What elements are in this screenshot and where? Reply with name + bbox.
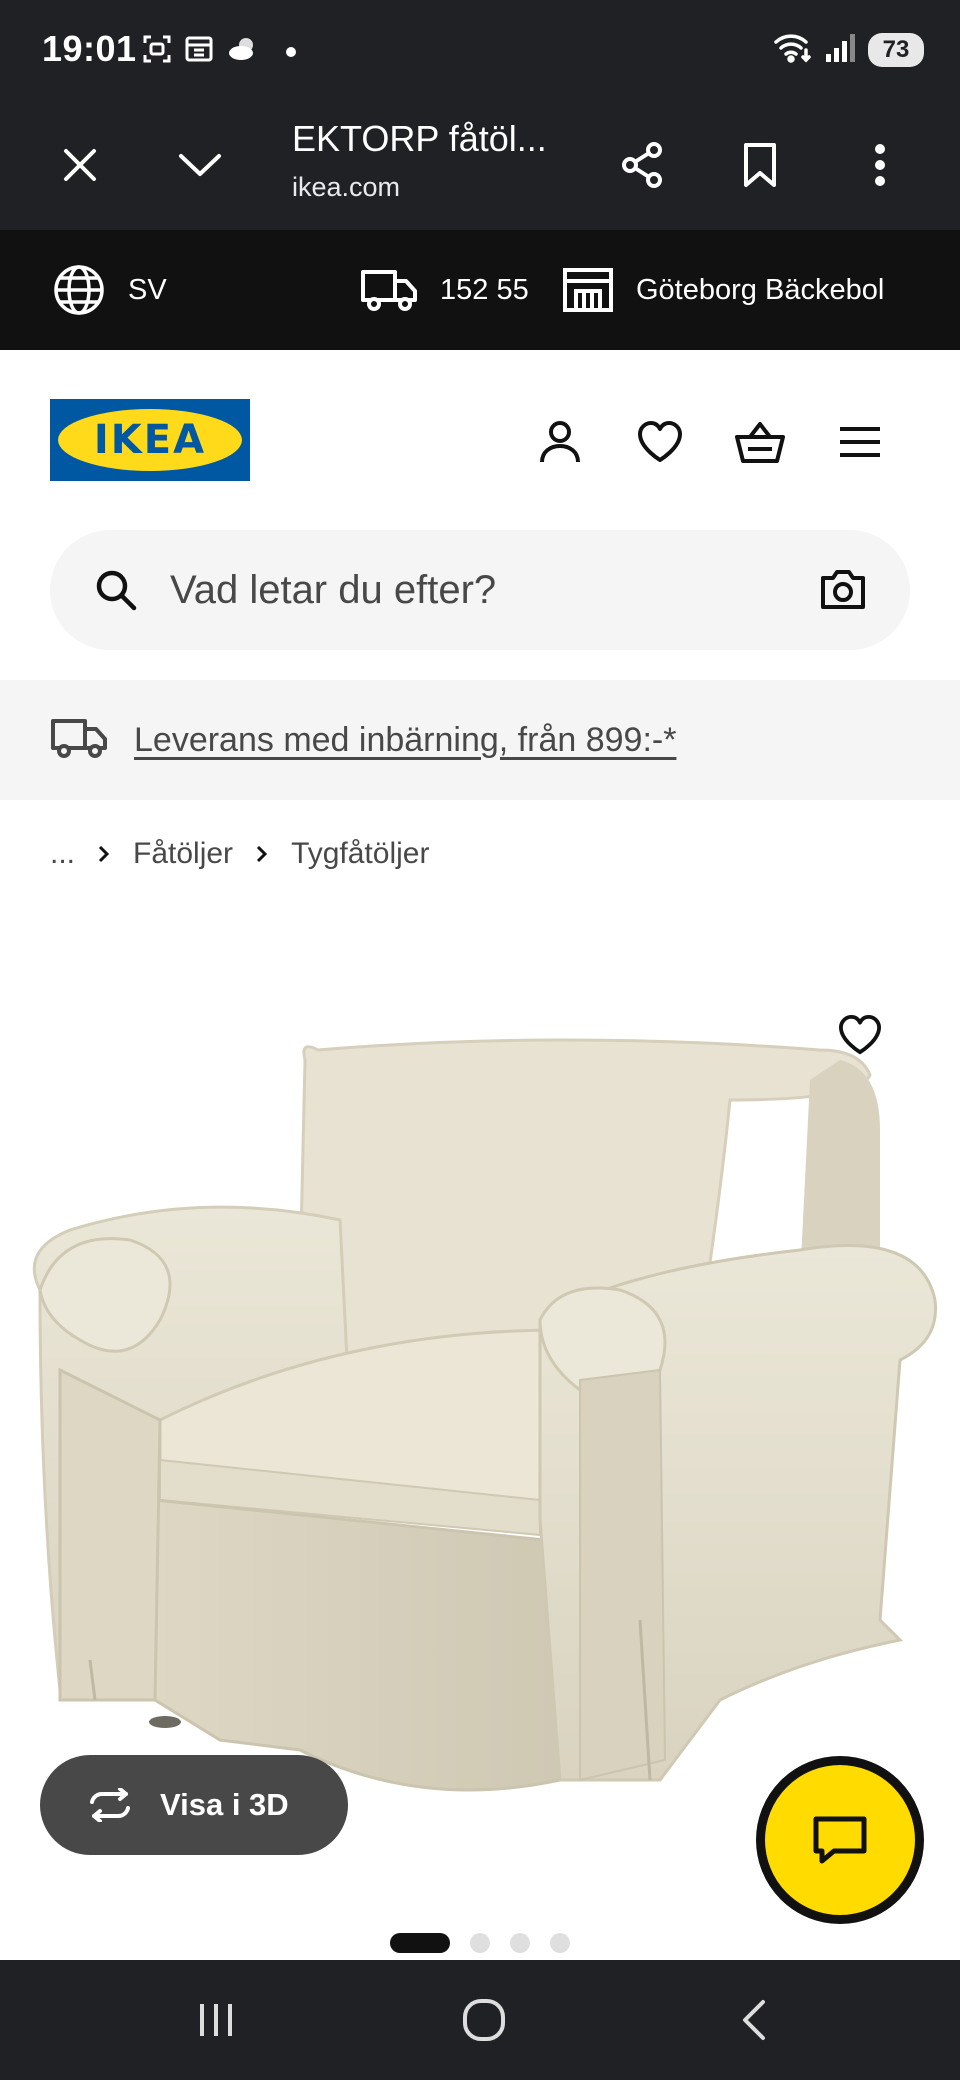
home-icon [463, 1999, 505, 2041]
store-label: Göteborg Bäckebol [636, 273, 885, 306]
basket-icon [735, 422, 785, 463]
system-navigation-bar [0, 1960, 960, 2080]
site-header: IKEA [0, 350, 960, 510]
share-icon [622, 142, 662, 188]
weather-icon [226, 34, 260, 69]
postal-code-label: 152 55 [440, 273, 529, 306]
status-left-icons [142, 34, 296, 69]
delivery-truck-icon [50, 716, 108, 765]
favorites-button[interactable] [632, 414, 688, 470]
page-title: EKTORP fåtöl... [292, 118, 547, 159]
add-to-favorites-button[interactable] [830, 1005, 890, 1065]
ikea-logo[interactable]: IKEA [50, 399, 250, 481]
screenshot-icon [142, 34, 172, 69]
search-bar [50, 530, 910, 650]
pagination-dot[interactable] [510, 1933, 530, 1953]
more-vert-icon [875, 144, 885, 186]
breadcrumb-ellipsis[interactable]: ... [50, 837, 75, 871]
status-time: 19:01 [42, 28, 137, 69]
globe-icon [54, 265, 104, 315]
breadcrumb: ... Fåtöljer Tygfåtöljer [50, 832, 429, 876]
delivery-promo-link[interactable]: Leverans med inbärning, från 899:-* [134, 721, 676, 760]
cart-button[interactable] [732, 414, 788, 470]
breadcrumb-item-tygfatoljer[interactable]: Tygfåtöljer [291, 837, 429, 871]
chat-icon [813, 1816, 867, 1864]
home-button[interactable] [454, 1990, 514, 2050]
store-bar: SV 152 55 Göteborg Bäckebol [0, 230, 960, 350]
account-icon [540, 421, 580, 463]
camera-search-button[interactable] [820, 568, 866, 615]
camera-icon [821, 570, 865, 609]
rotate-3d-icon [90, 1788, 130, 1822]
wifi-icon [772, 30, 812, 69]
recent-apps-icon [200, 2004, 232, 2036]
chevron-right-icon [255, 844, 269, 864]
view-in-3d-button[interactable]: Visa i 3D [40, 1755, 348, 1855]
breadcrumb-item-fatoljer[interactable]: Fåtöljer [133, 837, 233, 871]
bookmark-button[interactable] [730, 135, 790, 195]
menu-button[interactable] [832, 414, 888, 470]
status-right-icons: 73 [772, 30, 924, 69]
notification-dot [286, 46, 296, 57]
pagination-dot-active[interactable] [390, 1933, 450, 1953]
view-in-3d-label: Visa i 3D [160, 1787, 289, 1822]
calendar-icon [184, 34, 214, 69]
more-options-button[interactable] [850, 135, 910, 195]
pagination-dot[interactable] [550, 1933, 570, 1953]
heart-icon [839, 1014, 881, 1055]
status-bar: 19:01 73 [0, 0, 960, 100]
share-button[interactable] [612, 135, 672, 195]
account-button[interactable] [532, 414, 588, 470]
chat-button[interactable] [756, 1756, 924, 1924]
back-button[interactable] [724, 1990, 784, 2050]
recent-apps-button[interactable] [186, 1990, 246, 2050]
bookmark-icon [744, 143, 776, 187]
battery-indicator: 73 [868, 32, 924, 67]
close-icon [64, 149, 96, 181]
store-selector[interactable]: Göteborg Bäckebol [562, 230, 884, 350]
chevron-right-icon [97, 844, 111, 864]
hamburger-menu-icon [840, 427, 880, 457]
search-icon [94, 568, 138, 617]
signal-icon [824, 32, 856, 67]
back-icon [743, 2000, 765, 2040]
logo-text: IKEA [93, 417, 207, 463]
search-input[interactable] [170, 530, 830, 650]
delivery-promo-banner: Leverans med inbärning, från 899:-* [0, 680, 960, 800]
image-pagination [390, 1933, 570, 1953]
pagination-dot[interactable] [470, 1933, 490, 1953]
delivery-truck-icon [361, 270, 417, 311]
heart-icon [638, 421, 682, 462]
browser-toolbar: EKTORP fåtöl... ikea.com [0, 100, 960, 230]
language-selector[interactable]: SV [52, 230, 167, 350]
postal-code-selector[interactable]: 152 55 [360, 230, 529, 350]
minimize-tab-button[interactable] [170, 135, 230, 195]
chevron-down-icon [179, 154, 221, 176]
page-url[interactable]: ikea.com [292, 172, 400, 203]
close-tab-button[interactable] [50, 135, 110, 195]
store-icon [563, 268, 613, 312]
language-label: SV [128, 273, 167, 306]
